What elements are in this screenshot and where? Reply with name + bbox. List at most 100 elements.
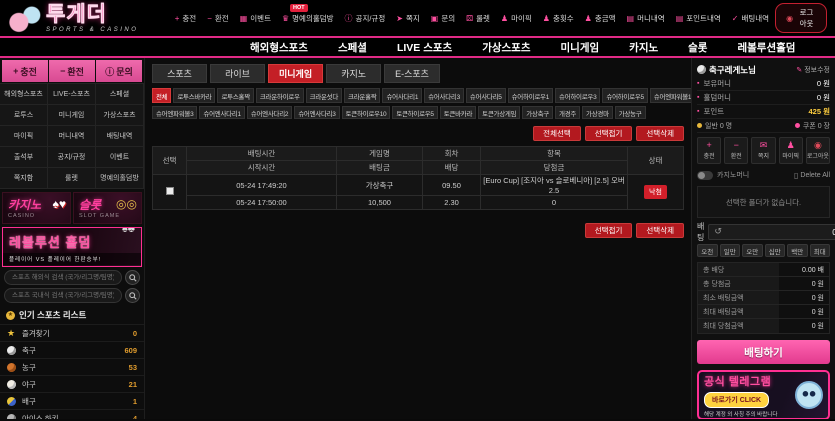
mini-game-filter[interactable]: 크라운하이로우 bbox=[256, 88, 304, 103]
site-logo[interactable]: 투게더 SPORTS & CASINO bbox=[8, 4, 175, 33]
mini-game-filter[interactable]: 가상농구 bbox=[615, 106, 646, 119]
mini-game-filter[interactable]: 토큰바카라 bbox=[440, 106, 476, 119]
mini-game-filter[interactable]: 크라운섯다 bbox=[306, 88, 342, 103]
top-menu-item[interactable]: HOT + 충전 bbox=[175, 13, 196, 24]
sidebar-menu-item[interactable]: 머니내역 bbox=[47, 125, 96, 147]
sidebar-menu-item[interactable]: 이벤트 bbox=[95, 146, 144, 168]
top-menu-item[interactable]: HOT ▤ 포인트내역 bbox=[676, 13, 721, 24]
sidebar-action-button[interactable]: − 환전 bbox=[49, 60, 95, 82]
sport-list-item[interactable]: 배구 1 bbox=[0, 392, 144, 409]
sport-list-item[interactable]: 아이스 하키 4 bbox=[0, 409, 144, 419]
mini-game-filter[interactable]: 가상축구 bbox=[522, 106, 553, 119]
history-action-button[interactable]: 선택접기 bbox=[585, 223, 633, 238]
mini-game-filter[interactable]: 슈어엔파워볼3 bbox=[152, 106, 197, 119]
top-menu-item[interactable]: HOT ✓ 배팅내역 bbox=[732, 13, 769, 24]
mini-game-filter[interactable]: 로투스홀짝 bbox=[217, 88, 253, 103]
nav-item[interactable]: 슬롯 bbox=[688, 40, 707, 55]
mini-game-filter[interactable]: 슈어엔사다리3 bbox=[294, 106, 339, 119]
top-menu-item[interactable]: HOT ➤ 쪽지 bbox=[396, 13, 420, 24]
mini-game-filter[interactable]: 토큰하이로우5 bbox=[392, 106, 437, 119]
top-menu-item[interactable]: HOT ▣ 문의 bbox=[431, 13, 455, 24]
casino-money-toggle[interactable] bbox=[697, 171, 713, 180]
place-bet-button[interactable]: 배팅하기 bbox=[697, 340, 830, 364]
sidebar-menu-item[interactable]: 룰렛 bbox=[47, 167, 96, 189]
sidebar-menu-item[interactable]: 가상스포츠 bbox=[95, 104, 144, 126]
nav-item[interactable]: LIVE 스포츠 bbox=[397, 40, 452, 55]
amount-shortcut-button[interactable]: 최대 bbox=[810, 244, 831, 257]
nav-item[interactable]: 카지노 bbox=[629, 40, 658, 55]
sidebar-menu-item[interactable]: LIVE-스포츠 bbox=[47, 83, 96, 105]
search-button[interactable] bbox=[125, 270, 140, 285]
sport-list-item[interactable]: 즐겨찾기 0 bbox=[0, 324, 144, 341]
telegram-banner[interactable]: 공식 텔레그램 바로가기 CLICK 해당 계정 외 사칭 주의 바랍니다 bbox=[697, 370, 830, 419]
amount-shortcut-button[interactable]: 십만 bbox=[765, 244, 786, 257]
mini-game-filter[interactable]: 슈어사다리5 bbox=[466, 88, 506, 103]
amount-shortcut-button[interactable]: 오만 bbox=[742, 244, 763, 257]
casino-banner[interactable]: ♠♥ 카지노 CASINO bbox=[2, 192, 71, 224]
sidebar-menu-item[interactable]: 해외형스포츠 bbox=[0, 83, 48, 105]
top-menu-item[interactable]: HOT ⓘ 공지/규정 bbox=[345, 13, 386, 24]
sports-overseas-search-input[interactable] bbox=[4, 270, 122, 285]
quick-button[interactable]: ♟ 마이픽 bbox=[779, 137, 803, 164]
holdem-banner[interactable]: 레볼루션 홀덤 ♠♣ 플레이어 VS 플레이어 한판승부! bbox=[2, 227, 142, 267]
mini-game-filter[interactable]: 로투스바카라 bbox=[173, 88, 215, 103]
top-menu-item[interactable]: HOT ▦ 이벤트 bbox=[240, 13, 271, 24]
mini-game-filter[interactable]: 슈어사다리3 bbox=[424, 88, 464, 103]
mini-game-filter[interactable]: 크라운홀짝 bbox=[344, 88, 380, 103]
history-action-button[interactable]: 전체선택 bbox=[533, 126, 581, 141]
game-tab[interactable]: 미니게임 bbox=[268, 64, 323, 83]
mini-game-filter[interactable]: 토큰가상게임 bbox=[478, 106, 520, 119]
top-menu-item[interactable]: HOT ♟ 충횟수 bbox=[543, 13, 574, 24]
top-menu-item[interactable]: HOT ♟ 마이픽 bbox=[501, 13, 532, 24]
logout-button[interactable]: ◉ 로그아웃 bbox=[775, 3, 827, 33]
delete-all-button[interactable]: Delete All bbox=[800, 172, 830, 179]
sport-list-item[interactable]: 야구 21 bbox=[0, 375, 144, 392]
sport-list-item[interactable]: 농구 53 bbox=[0, 358, 144, 375]
history-action-button[interactable]: 선택삭제 bbox=[636, 126, 684, 141]
quick-button[interactable]: ◉ 로그아웃 bbox=[806, 137, 830, 164]
sidebar-menu-item[interactable]: 명예의홀덤방 bbox=[95, 167, 144, 189]
game-tab[interactable]: 카지노 bbox=[326, 64, 381, 83]
history-action-button[interactable]: 선택삭제 bbox=[636, 223, 684, 238]
bet-amount-input[interactable] bbox=[726, 227, 835, 237]
mini-game-filter[interactable]: 슈어하이로우1 bbox=[508, 88, 553, 103]
sidebar-menu-item[interactable]: 출석부 bbox=[0, 146, 48, 168]
mini-game-filter[interactable]: 슈어하이로우5 bbox=[602, 88, 647, 103]
sidebar-menu-item[interactable]: 공지/규정 bbox=[47, 146, 96, 168]
mini-game-filter[interactable]: 가상경마 bbox=[582, 106, 613, 119]
quick-button[interactable]: − 환전 bbox=[724, 137, 748, 164]
sidebar-menu-item[interactable]: 쪽지함 bbox=[0, 167, 48, 189]
sports-domestic-search-input[interactable] bbox=[4, 288, 122, 303]
mini-game-filter[interactable]: 슈어하이로우3 bbox=[555, 88, 600, 103]
game-tab[interactable]: 라이브 bbox=[210, 64, 265, 83]
telegram-link-button[interactable]: 바로가기 CLICK bbox=[704, 392, 769, 408]
edit-info-button[interactable]: ✎ 정보수정 bbox=[796, 65, 830, 75]
reset-amount-icon[interactable]: ↺ bbox=[714, 227, 722, 236]
amount-shortcut-button[interactable]: 오천 bbox=[697, 244, 718, 257]
sidebar-menu-item[interactable]: 마이픽 bbox=[0, 125, 48, 147]
nav-item[interactable]: 가상스포츠 bbox=[482, 40, 530, 55]
mini-game-filter[interactable]: 슈어엔사다리1 bbox=[199, 106, 244, 119]
top-menu-item[interactable]: HOT ♛ 명예의홀덤방 bbox=[282, 13, 334, 24]
quick-button[interactable]: ✉ 쪽지 bbox=[751, 137, 775, 164]
nav-item[interactable]: 레볼루션홀덤 bbox=[737, 40, 795, 55]
top-menu-item[interactable]: HOT ♟ 충금액 bbox=[585, 13, 616, 24]
sidebar-menu-item[interactable]: 로투스 bbox=[0, 104, 48, 126]
sidebar-menu-item[interactable]: 미니게임 bbox=[47, 104, 96, 126]
game-tab[interactable]: E-스포츠 bbox=[384, 64, 440, 83]
sidebar-menu-item[interactable]: 배팅내역 bbox=[95, 125, 144, 147]
mini-game-filter[interactable]: 개경주 bbox=[555, 106, 580, 119]
sidebar-action-button[interactable]: ⓘ 문의 bbox=[96, 60, 142, 82]
nav-item[interactable]: 해외형스포츠 bbox=[250, 40, 308, 55]
top-menu-item[interactable]: HOT − 환전 bbox=[207, 13, 228, 24]
sidebar-menu-item[interactable]: 스페셜 bbox=[95, 83, 144, 105]
history-action-button[interactable]: 선택접기 bbox=[585, 126, 633, 141]
slot-banner[interactable]: ◎◎ 슬롯 SLOT GAME bbox=[73, 192, 142, 224]
nav-item[interactable]: 스페셜 bbox=[338, 40, 367, 55]
mini-game-filter[interactable]: 전체 bbox=[152, 88, 171, 103]
mini-game-filter[interactable]: 슈어사다리1 bbox=[382, 88, 422, 103]
game-tab[interactable]: 스포츠 bbox=[152, 64, 207, 83]
amount-shortcut-button[interactable]: 일만 bbox=[720, 244, 741, 257]
sport-list-item[interactable]: 축구 609 bbox=[0, 341, 144, 358]
sidebar-action-button[interactable]: + 충전 bbox=[2, 60, 48, 82]
